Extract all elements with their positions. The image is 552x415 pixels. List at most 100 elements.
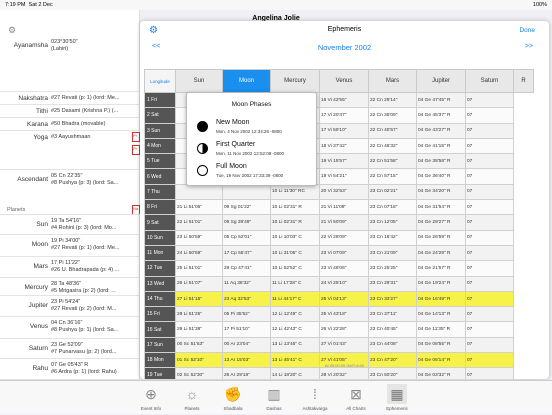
phase-first-quarter: First Quarter Mon, 11 Nov 2002 12:52:08 … xyxy=(197,141,317,163)
ephemeris-cell: 04 Ge 36'40" R xyxy=(416,168,466,185)
ephemeris-cell: 23 Cn 25'25" xyxy=(368,260,417,277)
column-header-mars[interactable]: Mars xyxy=(368,69,417,93)
day-cell: 19 Tue xyxy=(144,367,176,379)
column-header-saturn[interactable]: Saturn xyxy=(465,69,514,93)
day-cell: 5 Tue xyxy=(144,153,176,170)
info-key: Moon xyxy=(31,241,48,248)
phase-name: New Moon xyxy=(216,119,250,126)
table-row[interactable]: 9 Sat 22 Li 51'01" 09 Sg 39'49" 10 Li 02'31… xyxy=(144,214,534,231)
ephemeris-cell: 04 Ge 34'20" R xyxy=(416,183,466,201)
ephemeris-cell: 23 Cn 16'42" xyxy=(368,229,417,246)
column-header-longitude[interactable]: Longitude xyxy=(144,69,176,93)
ephemeris-cell: 07 xyxy=(465,260,514,277)
separator xyxy=(0,338,140,339)
column-header-jupiter[interactable]: Jupiter xyxy=(416,69,466,93)
tab-ephemeris[interactable]: ▦ Ephemeris xyxy=(378,381,416,415)
table-row[interactable]: 12 Tue 25 Li 51'01" 29 Cp 47'41" 10 Li 52'5… xyxy=(144,260,534,277)
popover-title: Moon Phases xyxy=(231,101,272,108)
ephemeris-cell: 07 xyxy=(465,367,514,379)
ephemeris-cell: 23 Cn 37'11" xyxy=(368,306,417,323)
column-header-r[interactable]: R xyxy=(513,69,534,93)
table-row[interactable]: 13 Wed 26 Li 51'07" 11 Aq 38'32" 11 Li 17'2… xyxy=(144,275,534,292)
ephemeris-cell: 07 xyxy=(465,153,514,170)
phase-full-moon: Full Moon Tue, 19 Nov 2002 17:33:39 -080… xyxy=(197,163,317,185)
ephemeris-cell: 07 xyxy=(465,199,514,216)
ephemeris-cell: 09 Sg 39'49" xyxy=(222,214,271,231)
ephemeris-cell: 26 Li 51'07" xyxy=(175,275,223,292)
tab-shadbala[interactable]: ✊ Shadbala xyxy=(214,381,252,415)
table-row[interactable]: 15 Fri 28 Li 51'25" 05 Pi 35'52" 12 Li 12'4… xyxy=(144,306,534,323)
ephemeris-cell: 00 Ar 23'04" xyxy=(222,336,271,354)
day-cell: 7 Thu xyxy=(144,183,176,201)
ephemeris-cell: 10 Li 02'31" R xyxy=(270,214,320,231)
ephemeris-cell: 04 Ge 41'15" R xyxy=(416,137,466,155)
ephemeris-cell: 22 Cn 29'14" xyxy=(368,91,417,109)
table-row[interactable]: 19 Tue 02 Sc 52'30" 26 Ar 29'18" 14 Li 18'2… xyxy=(144,367,534,379)
info-key: Nakshatra xyxy=(18,95,48,102)
info-value: 07 Ge 05'43" R #6 Ardra (p: 1) (lord: Rah… xyxy=(51,362,117,375)
day-cell: 3 Sun xyxy=(144,122,176,139)
column-header-venus[interactable]: Venus xyxy=(319,69,369,93)
ephemeris-cell: 22 Cn 46'32" xyxy=(368,137,417,155)
ephemeris-cell: 20 Vi 32'53" xyxy=(319,183,369,201)
next-month-button[interactable]: >> xyxy=(525,43,533,50)
ephemeris-cell: 04 Ge 19'24" R xyxy=(416,275,466,292)
info-key: Karana xyxy=(27,121,48,128)
day-cell: 15 Fri xyxy=(144,306,176,323)
info-value: 23 Ge 52'09" #7 Punarvasu (p: 2) (lord... xyxy=(51,342,117,355)
column-header-moon[interactable]: Moon xyxy=(222,69,271,93)
tab-label: Shadbala xyxy=(223,406,243,411)
ephemeris-cell: 24 Vi 25'10" xyxy=(319,275,369,292)
tab-ashtakvarga[interactable]: ⁞ Ashtakvarga xyxy=(296,381,334,415)
tab-dashas[interactable]: ▥ Dashas xyxy=(255,381,293,415)
tab-bar: ⊕ Event Info ☼ Planets ✊ Shadbala ▥ Dashas ⁞ Asht… xyxy=(0,380,552,414)
status-bar: 7:19 PM Sat 2 Dec 100% xyxy=(0,0,552,10)
table-row[interactable]: 14 Thu 27 Li 51'15" 23 Aq 32'53" 11 Li 44'1… xyxy=(144,290,534,308)
info-value: #3 Aayushmaan xyxy=(51,134,91,140)
ephemeris-cell: 07 xyxy=(465,137,514,155)
info-key: Saturn xyxy=(28,345,48,352)
ephemeris-cell: 25 Li 51'01" xyxy=(175,260,223,277)
timezone-footer: At 00:00:00 GMT-8:00 xyxy=(324,363,365,368)
ephemeris-cell: 21 Li 51'05" xyxy=(175,199,223,216)
ephemeris-cell: 17 Vi 59'10" xyxy=(319,122,369,139)
tab-event-info[interactable]: ⊕ Event Info xyxy=(132,381,170,415)
phase-date: Mon, 11 Nov 2002 12:52:08 -0800 xyxy=(216,151,284,156)
done-button[interactable]: Done xyxy=(519,27,535,34)
gear-icon[interactable]: ⚙ xyxy=(8,25,16,36)
ephemeris-cell: 04 Ge 47'45" R xyxy=(416,91,466,109)
ephemeris-cell: 04 Ge 26'59" R xyxy=(416,229,466,246)
separator xyxy=(0,169,140,170)
ephemeris-cell: 25 Vi 43'18" xyxy=(319,306,369,323)
table-row[interactable]: 11 Mon 24 Li 50'59" 17 Cp 55'47" 10 Li 31'0… xyxy=(144,244,534,262)
event-info-icon: ⊕ xyxy=(145,386,157,402)
tab-all-charts[interactable]: ⊠ All Charts xyxy=(337,381,375,415)
ephemeris-cell: 22 Cn 57'15" xyxy=(368,168,417,185)
tab-planets[interactable]: ☼ Planets xyxy=(173,381,211,415)
shadbala-icon: ✊ xyxy=(224,386,242,402)
table-row[interactable]: 17 Sun 00 Sc 51'53" 00 Ar 23'04" 13 Li 13'4… xyxy=(144,336,534,354)
table-row[interactable]: 10 Sun 23 Li 50'59" 05 Cp 52'01" 10 Li 10'0… xyxy=(144,229,534,246)
ephemeris-cell: 00 Sc 51'53" xyxy=(175,336,223,354)
separator xyxy=(0,104,140,105)
planets-icon: ☼ xyxy=(185,386,199,402)
ephemeris-cell: 22 Vi 28'09" xyxy=(319,229,369,246)
column-header-sun[interactable]: Sun xyxy=(175,69,223,93)
column-header-mercury[interactable]: Mercury xyxy=(270,69,320,93)
ephemeris-cell: 27 Li 51'15" xyxy=(175,290,223,308)
day-cell: 2 Sat xyxy=(144,107,176,124)
info-key: Rahu xyxy=(32,365,48,372)
ephemeris-cell: 07 xyxy=(465,183,514,201)
info-value: #25 Dasami (Krishna P.) (... xyxy=(51,108,119,114)
table-row[interactable]: 16 Sat 29 Li 51'38" 17 Pi 51'10" 12 Li 42'4… xyxy=(144,321,534,338)
ephemeris-cell: 07 xyxy=(465,321,514,338)
ephemeris-cell: 07 xyxy=(465,290,514,308)
ephemeris-cell: 22 Cn 40'57" xyxy=(368,122,417,139)
table-row[interactable]: 8 Fri 21 Li 51'05" 09 Sg 01'22" 10 Li 02'31… xyxy=(144,199,534,216)
day-cell: 12 Tue xyxy=(144,260,176,277)
ephemeris-cell: 19 Vi 54'21" xyxy=(319,168,369,185)
table-row[interactable]: 7 Thu 10 Li 11'30" RC 20 Vi 32'53" 23 Cn 02… xyxy=(144,183,534,201)
full-moon-icon xyxy=(197,165,208,176)
tab-label: Ashtakvarga xyxy=(302,406,328,411)
ephemeris-cell: 26 Vi 22'28" xyxy=(319,321,369,338)
